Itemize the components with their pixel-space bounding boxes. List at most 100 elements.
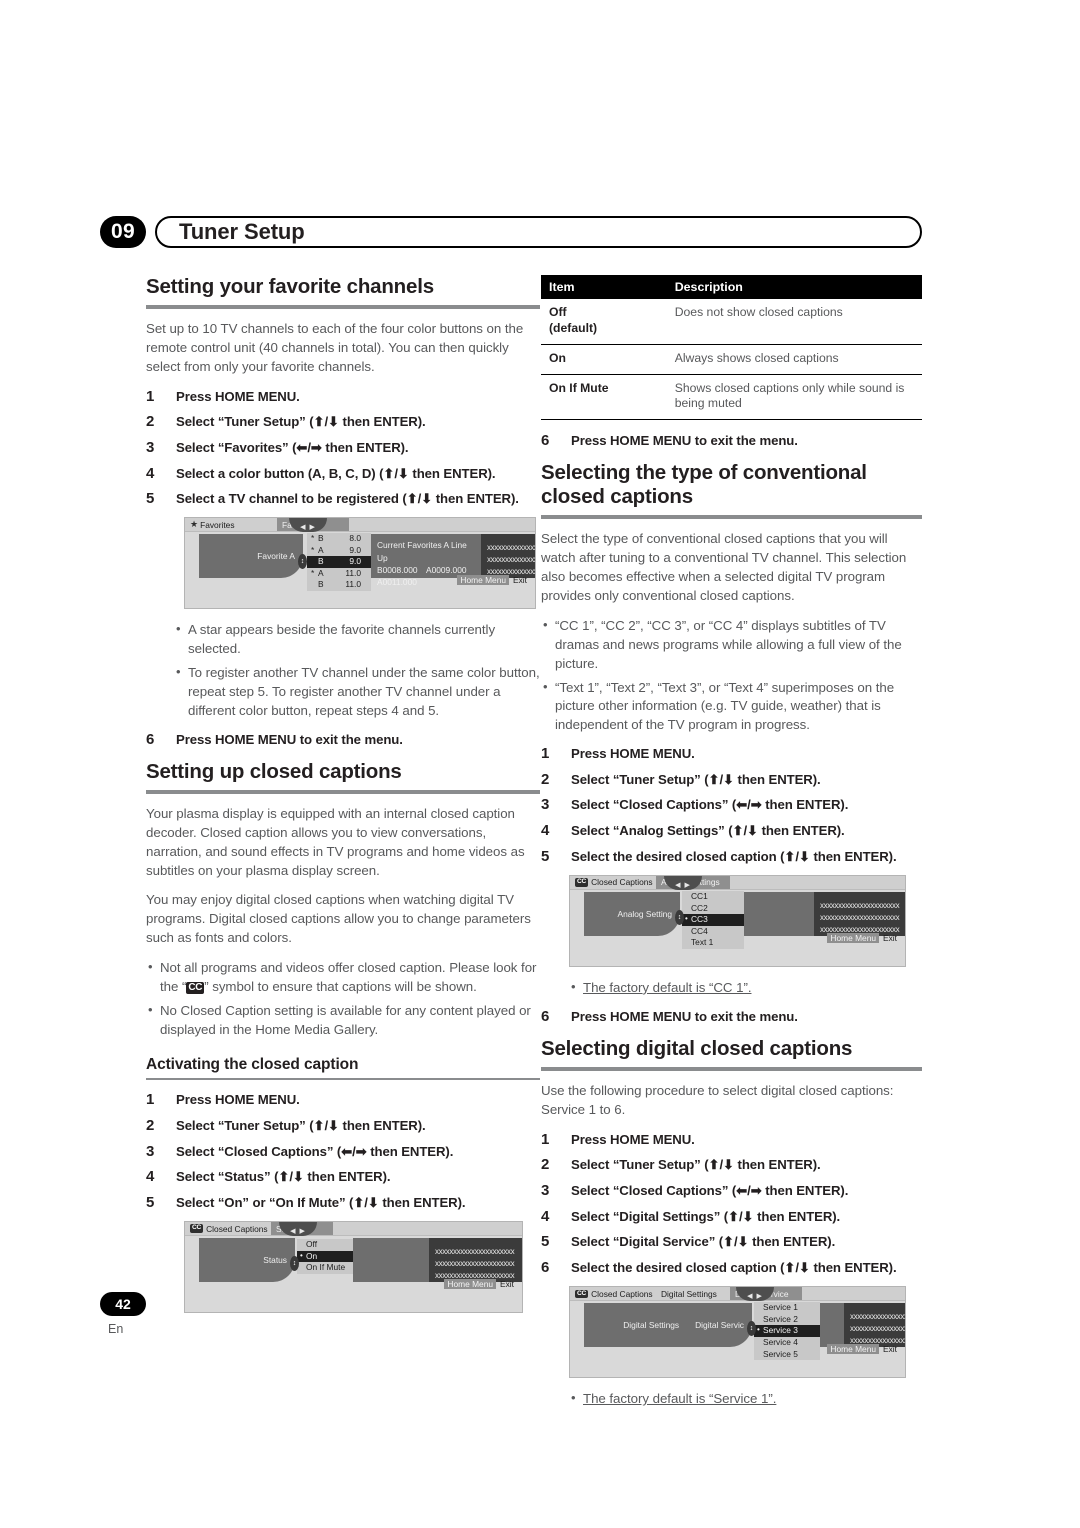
osd-digital-service-screenshot: CCClosed Captions Digital Settings Digit…: [569, 1286, 906, 1379]
step-item: 1 Press HOME MENU.: [541, 745, 922, 762]
cc-status-final-step: 6 Press HOME MENU to exit the menu.: [541, 432, 922, 449]
step-text: Select the desired closed caption (⬆/⬇ t…: [571, 1260, 897, 1275]
step-item: 5 Select “On” or “On If Mute” (⬆/⬇ then E…: [146, 1194, 540, 1211]
step-text: Select a TV channel to be registered (⬆/…: [176, 491, 519, 507]
subheading-rule: [146, 1078, 540, 1081]
step-number: 6: [146, 730, 155, 748]
nav-arrows-icon: ◀ ▶: [675, 881, 691, 889]
language-code: En: [108, 1322, 124, 1336]
step-item: 3 Select “Closed Captions” (⬅/➡ then ENTE…: [541, 1182, 922, 1199]
step-number: 6: [541, 1007, 550, 1025]
osd-footer: Home Menu Exit: [827, 932, 897, 943]
osd-footer: Home Menu Exit: [827, 1344, 897, 1355]
osd-lineup-code: B0008.000: [377, 564, 418, 575]
step-number: 2: [541, 770, 550, 788]
osd-option: CC1: [691, 890, 708, 901]
osd-placeholder-line: xxxxxxxxxxxxxxxxxxxxxx: [850, 1324, 906, 1334]
step-text: Select “Closed Captions” (⬅/➡ then ENTER…: [571, 797, 849, 813]
step-item: 3 Select “Closed Captions” (⬅/➡ then ENTE…: [146, 1143, 540, 1160]
step-item: 6 Press HOME MENU to exit the menu.: [541, 432, 922, 449]
note-item: To register another TV channel under the…: [174, 663, 540, 721]
table-cell-item: On: [541, 344, 667, 375]
osd-footer: Home Menu Exit: [457, 575, 527, 586]
osd-placeholder-panel: xxxxxxxxxxxxxxxxxxxxxx xxxxxxxxxxxxxxxxx…: [429, 1238, 522, 1283]
chapter-number-badge: 09: [100, 216, 146, 248]
osd-left-label: Status: [263, 1255, 287, 1266]
cc-icon: CC: [575, 1289, 589, 1298]
osd-option: CC4: [691, 925, 708, 936]
conventional-cc-steps: 1 Press HOME MENU. 2 Select “Tuner Setup” …: [541, 745, 922, 865]
osd-lineup-title: Current Favorites A Line Up: [377, 540, 467, 563]
osd-placeholder-panel: xxxxxxxxxxxxxxxxxxxxxx xxxxxxxxxxxxxxxxx…: [844, 1303, 906, 1348]
step-number: 4: [541, 822, 550, 840]
osd-option: Service 2: [763, 1313, 798, 1324]
step-number: 4: [541, 1207, 550, 1225]
osd-home-menu-button: Home Menu: [827, 1344, 880, 1355]
step-item: 6 Press HOME MENU to exit the menu.: [541, 1008, 922, 1025]
note-text-b: ” symbol to ensure that captions will be…: [204, 978, 477, 994]
osd-placeholder-line: xxxxxxxxxxxxxxxxxxxxx: [487, 543, 535, 553]
osd-home-menu-button: Home Menu: [444, 1279, 497, 1290]
osd-channel-row: * A 11.0: [307, 568, 371, 579]
osd-channel-star: [311, 579, 318, 590]
step-text: Select “Closed Captions” (⬅/➡ then ENTER…: [571, 1183, 849, 1199]
conventional-cc-final-step: 6 Press HOME MENU to exit the menu.: [541, 1008, 922, 1025]
table-header-description: Description: [666, 275, 922, 299]
osd-option: On If Mute: [306, 1262, 346, 1273]
step-item: 2 Select “Tuner Setup” (⬆/⬇ then ENTER).: [146, 1117, 540, 1134]
step-number: 5: [146, 1193, 155, 1211]
closed-captions-para1: Your plasma display is equipped with an …: [146, 805, 525, 878]
osd-tab-home: ★ Favorites: [185, 518, 277, 531]
step-item: 1 Press HOME MENU.: [146, 1091, 540, 1108]
digital-cc-steps: 1 Press HOME MENU. 2 Select “Tuner Setup” …: [541, 1131, 922, 1276]
step-item: 5 Select “Digital Service” (⬆/⬇ then ENTE…: [541, 1233, 922, 1250]
osd-spinner-icon: ↕: [675, 909, 684, 925]
osd-option-list: Service 1 Service 2 Service 3 Service 4 …: [754, 1302, 820, 1361]
osd-option-list: CC1 CC2 CC3 CC4 Text 1: [682, 890, 744, 949]
heading-rule: [541, 515, 922, 520]
osd-exit-button: Exit: [500, 1279, 514, 1290]
step-item: 4 Select “Digital Settings” (⬆/⬇ then ENT…: [541, 1208, 922, 1225]
osd-placeholder-line: xxxxxxxxxxxxxxxxxxxxxx: [435, 1259, 515, 1269]
closed-captions-notes: Not all programs and videos offer closed…: [146, 958, 540, 1040]
step-number: 2: [541, 1156, 550, 1174]
note-item: “CC 1”, “CC 2”, “CC 3”, or “CC 4” displa…: [541, 616, 922, 674]
step-item: 6 Select the desired closed caption (⬆/⬇ …: [541, 1259, 922, 1276]
osd-channel-row-selected: B 9.0: [307, 556, 371, 568]
osd-tabbar: CCClosed Captions Analog Settings: [570, 875, 905, 890]
digital-default-note: The factory default is “Service 1”.: [541, 1389, 922, 1409]
chapter-header: 09 Tuner Setup: [100, 215, 922, 249]
step-number: 6: [541, 1259, 550, 1276]
osd-tab-home: CC Closed Captions: [185, 1222, 271, 1235]
osd-mid-label: Digital Servic: [695, 1320, 744, 1331]
step-text: Select “Digital Service” (⬆/⬇ then ENTER…: [571, 1234, 836, 1250]
analog-default-note: The factory default is “CC 1”.: [541, 978, 922, 998]
table-row: Off (default) Does not show closed capti…: [541, 299, 922, 345]
osd-channel-number: 9.0: [349, 544, 361, 555]
table-cell-description: Always shows closed captions: [666, 344, 922, 375]
closed-captions-para2: You may enjoy digital closed captions wh…: [146, 892, 531, 946]
osd-tab-home-label: Closed Captions: [591, 1288, 653, 1299]
note-item: The factory default is “Service 1”.: [569, 1389, 922, 1409]
osd-tab-home-label: Favorites: [200, 519, 235, 530]
step-item: 2 Select “Tuner Setup” (⬆/⬇ then ENTER).: [541, 771, 922, 788]
osd-stage: Status ↕ Off On On If Mute xxxxxxxxxxxxx…: [185, 1236, 522, 1293]
osd-stage: Digital Settings Digital Servic ↕ Service…: [570, 1301, 906, 1361]
step-text: Select “Analog Settings” (⬆/⬇ then ENTER…: [571, 823, 845, 839]
note-item-cc-symbol: Not all programs and videos offer closed…: [146, 958, 540, 997]
conventional-cc-notes: “CC 1”, “CC 2”, “CC 3”, or “CC 4” displa…: [541, 616, 922, 736]
subsection-heading-activating-cc: Activating the closed caption: [146, 1055, 359, 1073]
note-item: “Text 1”, “Text 2”, “Text 3”, or “Text 4…: [541, 678, 922, 736]
cc-icon: CC: [575, 878, 589, 887]
osd-channel-number: 11.0: [345, 567, 361, 578]
table-header-item: Item: [541, 275, 667, 299]
step-number: 1: [146, 387, 155, 405]
osd-option: CC2: [691, 902, 708, 913]
table-cell-description: Does not show closed captions: [666, 299, 922, 345]
osd-placeholder-line: xxxxxxxxxxxxxxxxxxxxxx: [820, 912, 900, 922]
step-text: Select “Tuner Setup” (⬆/⬇ then ENTER).: [176, 414, 426, 430]
heading-rule: [146, 304, 540, 309]
note-item: A star appears beside the favorite chann…: [174, 620, 540, 659]
osd-channel-letter: A: [318, 544, 324, 555]
osd-tabbar: CCClosed Captions Status: [185, 1222, 522, 1237]
